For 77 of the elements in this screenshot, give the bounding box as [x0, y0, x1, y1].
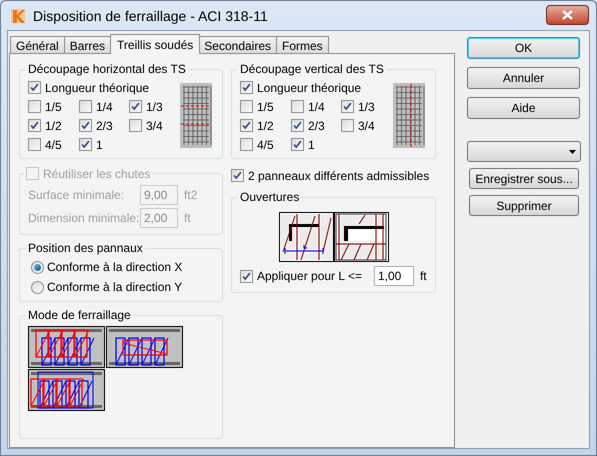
tab[interactable]: Secondaires: [198, 36, 278, 53]
radio-label: Conforme à la direction Y: [47, 279, 182, 296]
checkbox-label: 2 panneaux différents admissibles: [248, 168, 430, 184]
reinforcement-mode-drawing[interactable]: [106, 326, 183, 368]
button[interactable]: Supprimer: [469, 195, 579, 216]
checkbox[interactable]: [240, 138, 253, 151]
button[interactable]: OK: [467, 37, 580, 59]
group-title: Découpage vertical des TS: [239, 61, 385, 78]
close-button[interactable]: [546, 4, 589, 24]
group-title: Découpage horizontal des TS: [27, 61, 187, 78]
close-icon: [562, 10, 573, 20]
checkbox[interactable]: [240, 81, 253, 94]
checkbox[interactable]: [291, 138, 304, 151]
button[interactable]: Aide: [467, 97, 580, 119]
checkbox-label: 2/3: [308, 118, 325, 134]
button[interactable]: Annuler: [467, 67, 580, 89]
checkbox[interactable]: [291, 100, 304, 113]
checkbox[interactable]: [28, 100, 41, 113]
checkbox-label: 1/2: [45, 118, 62, 134]
checkbox[interactable]: [129, 119, 142, 132]
unit-label: ft: [420, 268, 427, 285]
checkbox[interactable]: [79, 119, 92, 132]
checkbox-label: 1/3: [358, 98, 375, 116]
checkbox[interactable]: [240, 270, 253, 282]
checkbox-label: 1/5: [45, 98, 62, 116]
field-label: Dimension minimale:: [28, 210, 140, 227]
checkbox-label: 1/3: [146, 98, 163, 116]
checkbox[interactable]: [341, 119, 354, 132]
checkbox-label: 1/4: [96, 98, 113, 116]
checkbox-label: Longueur théorique: [257, 80, 362, 96]
checkbox-label: Appliquer pour L <=: [257, 268, 362, 285]
window-title: Disposition de ferraillage - ACI 318-11: [33, 8, 268, 22]
checkbox-label: 3/4: [146, 118, 163, 134]
field-label: Surface minimale:: [28, 187, 126, 204]
reinforcement-mode-drawing[interactable]: [28, 369, 105, 411]
checkbox-label: Longueur théorique: [45, 80, 150, 96]
radio-button[interactable]: [31, 280, 44, 294]
unit-label: ft2: [184, 187, 198, 204]
dropdown-arrow-icon: [569, 150, 576, 154]
checkbox-label: 1: [96, 136, 103, 154]
checkbox-label: 1: [308, 136, 315, 154]
checkbox-label: 1/5: [257, 98, 274, 116]
tab[interactable]: Treillis soudés: [110, 34, 200, 54]
checkbox[interactable]: [240, 100, 253, 113]
grid-horizontal-cut-icon: [180, 83, 212, 148]
checkbox[interactable]: [129, 100, 142, 113]
checkbox-label: 4/5: [45, 136, 62, 154]
group-title: Position des pannaux: [27, 240, 144, 257]
checkbox[interactable]: [291, 119, 304, 132]
checkbox-label: Réutiliser les chutes: [43, 166, 150, 182]
reinforcement-mode-drawing[interactable]: [28, 326, 105, 368]
button[interactable]: Enregistrer sous...: [469, 168, 579, 189]
input-field[interactable]: 1,00: [374, 266, 414, 286]
checkbox-label: 1/4: [308, 98, 325, 116]
checkbox[interactable]: [79, 138, 92, 151]
checkbox[interactable]: [28, 138, 41, 151]
radio-button[interactable]: [31, 260, 44, 274]
checkbox[interactable]: [341, 100, 354, 113]
grid-vertical-cut-icon: [393, 83, 425, 148]
checkbox[interactable]: [231, 169, 244, 182]
group-title: Ouvertures: [239, 189, 300, 206]
checkbox[interactable]: [240, 119, 253, 132]
checkbox-label: 1/2: [257, 118, 274, 134]
checkbox[interactable]: [79, 100, 92, 113]
tab[interactable]: Formes: [276, 36, 329, 53]
checkbox-label: 2/3: [96, 118, 113, 134]
tab[interactable]: Général: [10, 36, 65, 53]
dropdown[interactable]: [467, 141, 581, 162]
tab[interactable]: Barres: [64, 36, 112, 53]
checkbox-label: 4/5: [257, 136, 274, 154]
radio-label: Conforme à la direction X: [47, 259, 182, 276]
group-title: Mode de ferraillage: [27, 307, 132, 324]
unit-label: ft: [184, 210, 191, 227]
checkbox-label: 3/4: [358, 118, 375, 134]
app-icon: [10, 8, 26, 24]
checkbox[interactable]: [28, 81, 41, 94]
checkbox[interactable]: [28, 119, 41, 132]
